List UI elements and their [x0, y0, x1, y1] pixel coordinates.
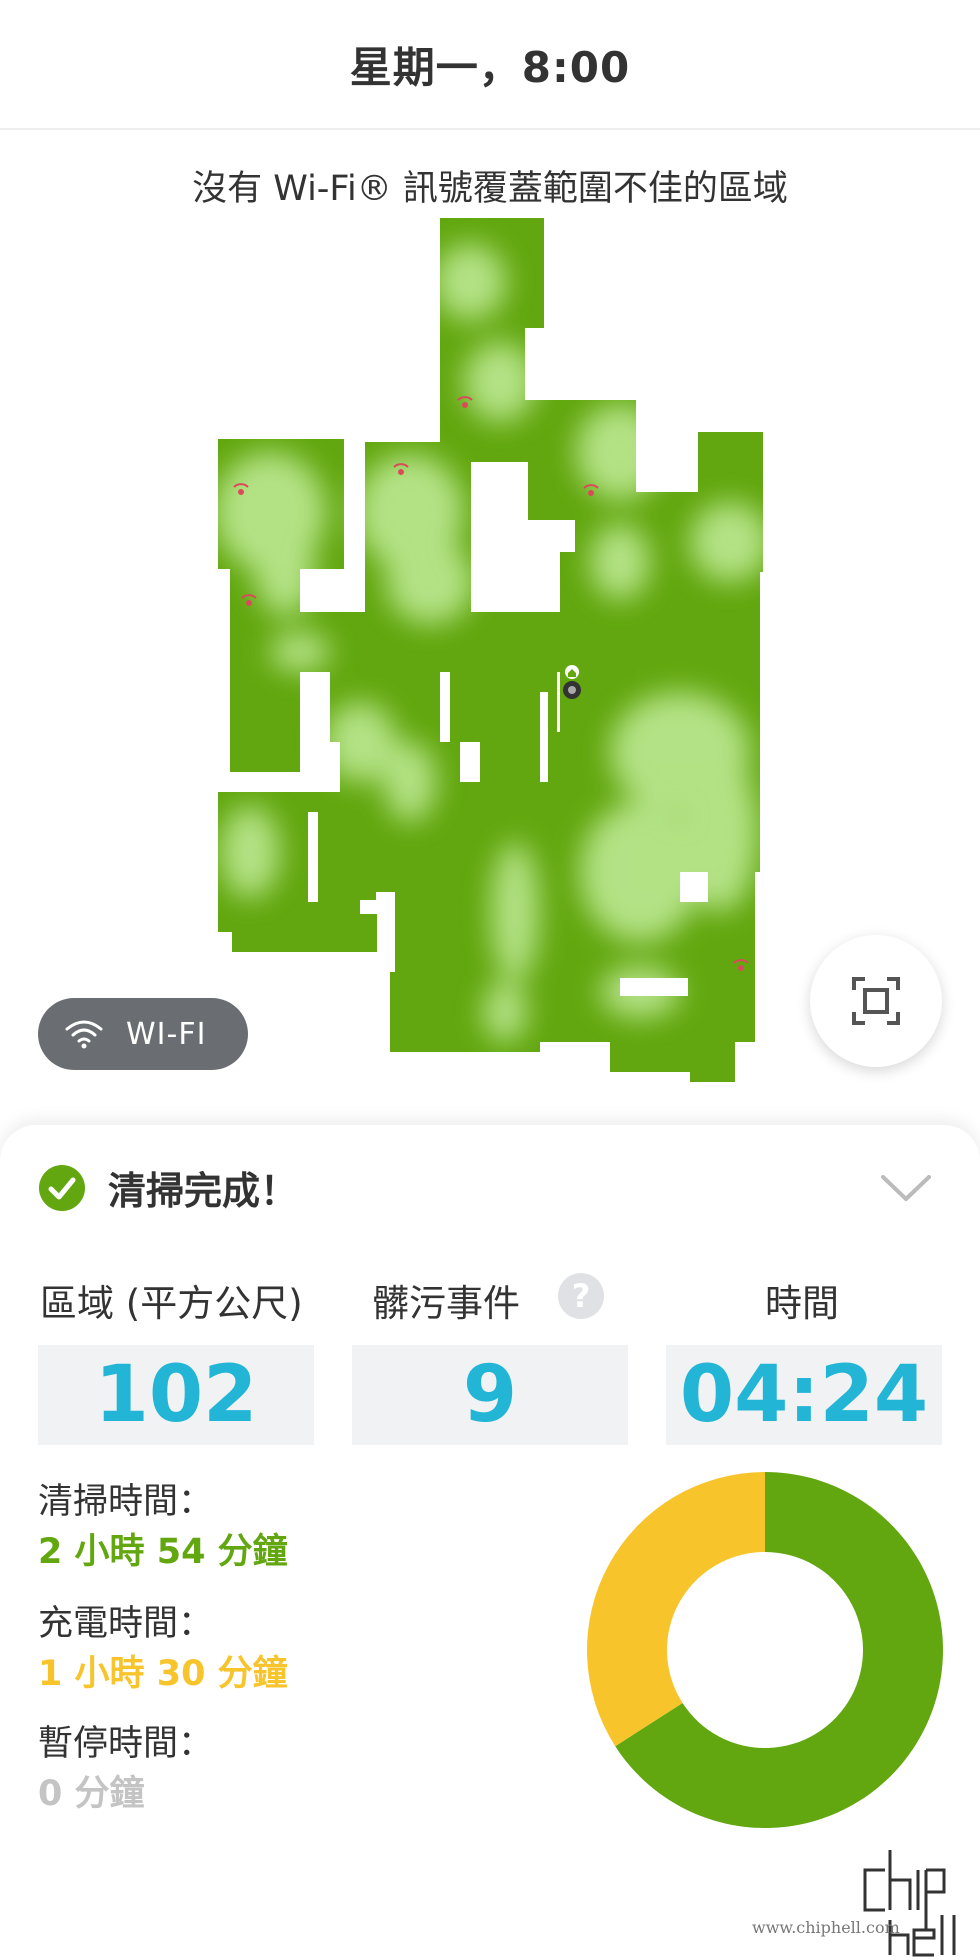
cleaning-time-value: 2 小時 54 分鐘 [38, 1532, 288, 1572]
page-title: 星期一，8:00 [349, 42, 631, 92]
wifi-toggle-label: WI-FI [126, 1016, 207, 1052]
wifi-toggle-button[interactable]: WI-FI [38, 998, 248, 1070]
donut-segment-charging [587, 1472, 765, 1747]
focus-frame-icon [852, 977, 900, 1025]
charging-time-value: 1 小時 30 分鐘 [38, 1654, 288, 1694]
area-value: 102 [38, 1345, 314, 1445]
dirt-events-value: 9 [352, 1345, 628, 1445]
area-label: 區域 (平方公尺) [40, 1282, 303, 1325]
floor-coverage [218, 218, 763, 1082]
time-breakdown-donut [587, 1472, 943, 1828]
wifi-icon [65, 1020, 103, 1049]
status-title: 清掃完成！ [108, 1169, 299, 1213]
check-circle-icon [39, 1164, 85, 1211]
time-value: 04:24 [666, 1345, 942, 1445]
help-icon[interactable]: ? [558, 1273, 604, 1319]
chevron-down-icon[interactable] [880, 1173, 932, 1203]
status-row: 清掃完成！ [38, 1160, 298, 1215]
time-label: 時間 [765, 1282, 839, 1325]
pause-time-value: 0 分鐘 [38, 1774, 145, 1814]
focus-map-button[interactable] [810, 935, 942, 1067]
charging-time-label: 充電時間： [38, 1604, 214, 1644]
watermark-url: www.chiphell.com [752, 1918, 900, 1937]
robot-icon[interactable] [563, 681, 581, 699]
cleaning-time-label: 清掃時間： [38, 1482, 214, 1522]
pause-time-label: 暫停時間： [38, 1724, 214, 1764]
cleaning-summary-panel: 清掃完成！ 區域 (平方公尺) 髒污事件 ? 時間 102 9 04:24 清掃… [0, 1125, 980, 1960]
header-bar: 星期一，8:00 [0, 0, 980, 130]
cleaning-map[interactable]: 沒有 Wi-Fi® 訊號覆蓋範圍不佳的區域 WI-FI [0, 132, 980, 1122]
dirt-events-label: 髒污事件 [372, 1282, 520, 1325]
home-icon [563, 663, 581, 681]
chiphell-watermark-logo [863, 1850, 956, 1957]
